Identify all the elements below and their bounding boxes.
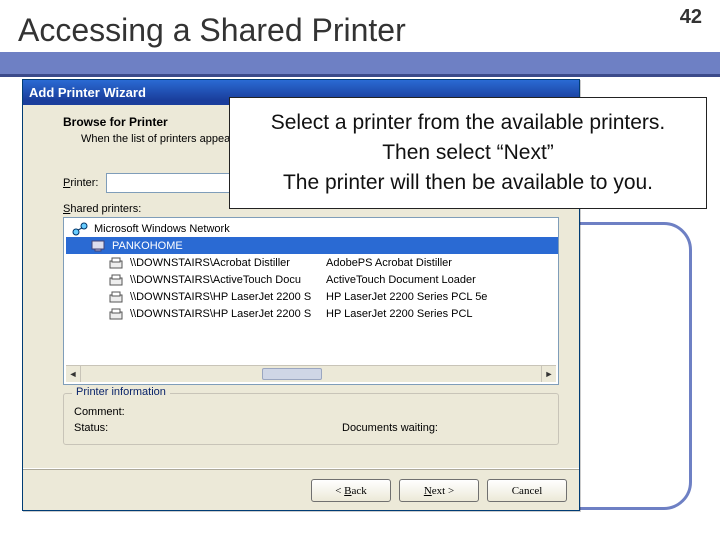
tree-item-desc: ActiveTouch Document Loader (326, 274, 476, 286)
tree-item[interactable]: Microsoft Windows Network (66, 220, 558, 237)
cancel-button[interactable]: Cancel (487, 479, 567, 502)
printer-icon (108, 256, 124, 270)
tree-item-label: Microsoft Windows Network (94, 223, 230, 235)
back-button[interactable]: < Back (311, 479, 391, 502)
horizontal-scrollbar[interactable]: ◄ ► (66, 365, 556, 382)
callout-line3: The printer will then be available to yo… (283, 171, 653, 195)
printer-icon (108, 307, 124, 321)
status-label: Status: (74, 422, 138, 434)
workgroup-icon (90, 239, 106, 253)
printer-icon (108, 273, 124, 287)
tree-item-label: \\DOWNSTAIRS\HP LaserJet 2200 S (130, 291, 311, 303)
slide-title: Accessing a Shared Printer (18, 12, 406, 49)
separator (23, 468, 579, 470)
instruction-callout: Select a printer from the available prin… (229, 97, 707, 209)
comment-label: Comment: (74, 406, 138, 418)
shared-printers-tree[interactable]: Microsoft Windows Network PANKOHOME \\DOWN… (63, 217, 559, 385)
tree-item[interactable]: PANKOHOME (66, 237, 558, 254)
wizard-button-row: < Back Next > Cancel (311, 479, 567, 502)
network-icon (72, 222, 88, 236)
tree-item-desc: HP LaserJet 2200 Series PCL 5e (326, 291, 487, 303)
tree-item[interactable]: \\DOWNSTAIRS\HP LaserJet 2200 S HP LaserJ… (66, 305, 558, 322)
printer-info-group: Printer information Comment: Status: Doc… (63, 393, 559, 445)
slide: { "slide": { "title": "Accessing a Share… (0, 0, 720, 540)
tree-item-label: PANKOHOME (112, 240, 183, 252)
tree-item[interactable]: \\DOWNSTAIRS\Acrobat Distiller AdobePS Ac… (66, 254, 558, 271)
callout-line2: Then select “Next” (382, 141, 554, 165)
scroll-left-icon[interactable]: ◄ (66, 366, 81, 382)
scroll-thumb[interactable] (262, 368, 322, 380)
callout-line1: Select a printer from the available prin… (271, 111, 666, 135)
tree-item-desc: HP LaserJet 2200 Series PCL (326, 308, 473, 320)
slide-number: 42 (680, 6, 702, 29)
next-button[interactable]: Next > (399, 479, 479, 502)
header-band (0, 52, 720, 74)
tree-item[interactable]: \\DOWNSTAIRS\ActiveTouch Docu ActiveTouch… (66, 271, 558, 288)
documents-waiting-label: Documents waiting: (342, 422, 438, 434)
tree-item-desc: AdobePS Acrobat Distiller (326, 257, 452, 269)
tree-item[interactable]: \\DOWNSTAIRS\HP LaserJet 2200 S HP LaserJ… (66, 288, 558, 305)
printer-label: Printer: (63, 177, 98, 189)
scroll-right-icon[interactable]: ► (541, 366, 556, 382)
tree-item-label: \\DOWNSTAIRS\Acrobat Distiller (130, 257, 290, 269)
printer-info-title: Printer information (72, 386, 170, 398)
printer-icon (108, 290, 124, 304)
tree-item-label: \\DOWNSTAIRS\HP LaserJet 2200 S (130, 308, 311, 320)
tree-item-label: \\DOWNSTAIRS\ActiveTouch Docu (130, 274, 301, 286)
